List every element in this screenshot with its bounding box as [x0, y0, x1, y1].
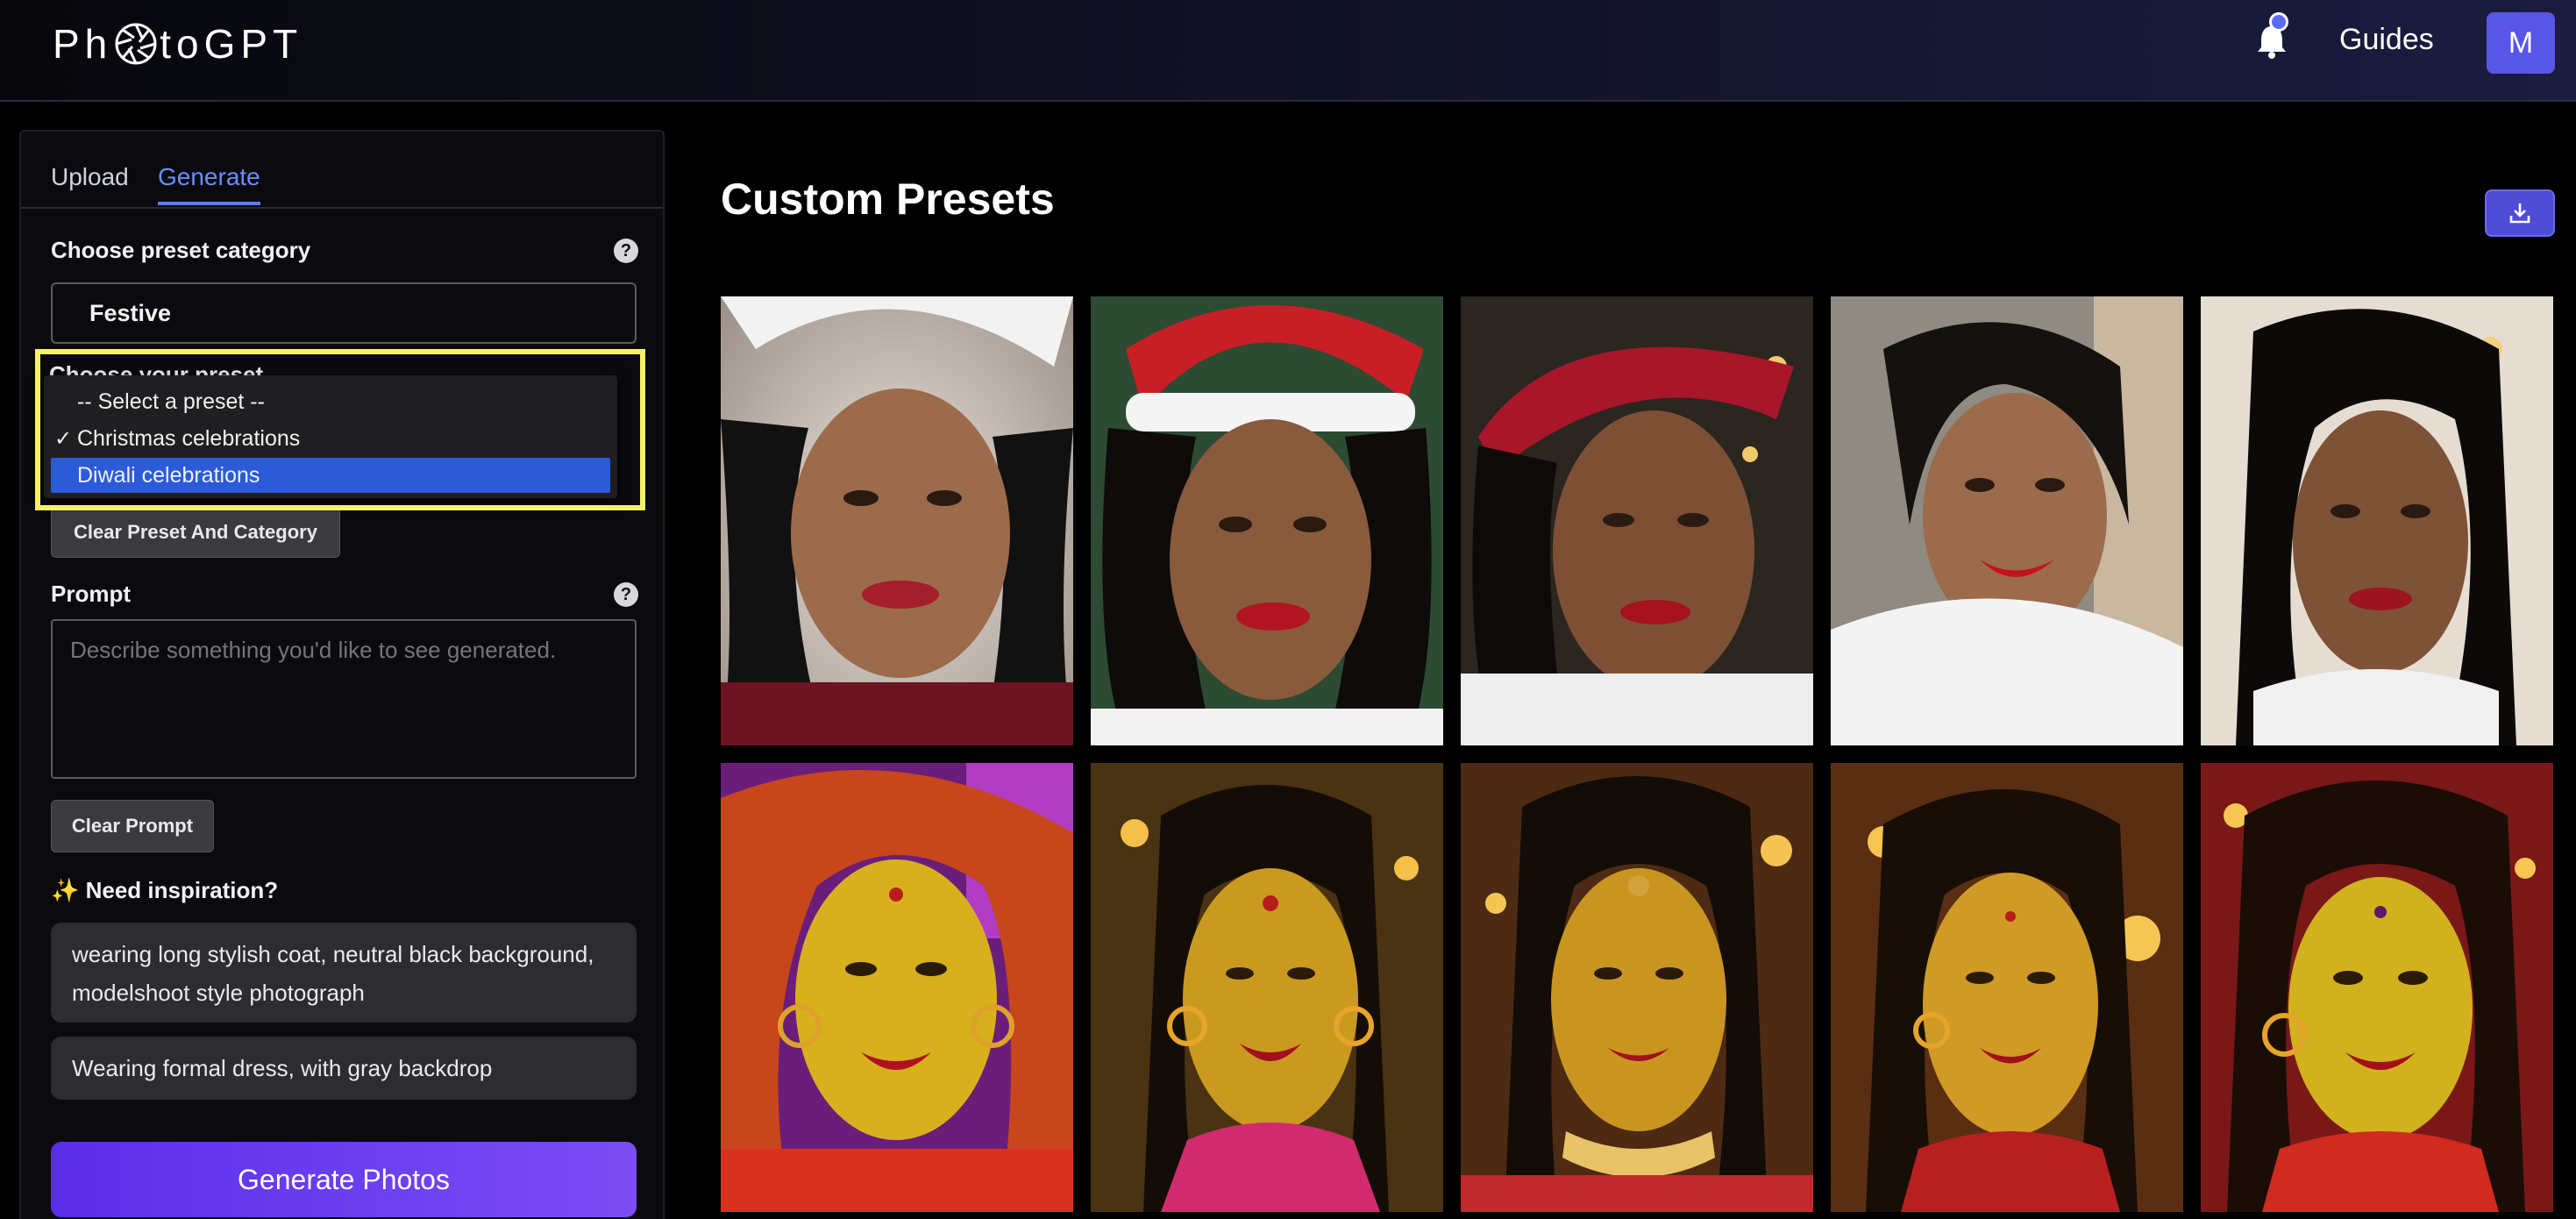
user-avatar[interactable]: M [2487, 12, 2555, 74]
category-select[interactable]: Festive [51, 282, 637, 344]
category-label: Choose preset category [51, 237, 311, 263]
christmas-portrait-image[interactable] [1461, 296, 1813, 745]
notification-dot [2269, 12, 2288, 32]
diwali-portrait-image[interactable] [721, 763, 1073, 1212]
download-button[interactable] [2485, 189, 2555, 237]
guides-link[interactable]: Guides [2339, 23, 2434, 57]
inspiration-label: ✨ Need inspiration? [51, 877, 279, 903]
aperture-icon [114, 22, 158, 66]
app-logo[interactable]: Ph toGPT [53, 19, 302, 68]
clear-preset-button[interactable]: Clear Preset And Category [51, 507, 340, 558]
logo-text-right: toGPT [160, 21, 303, 67]
diwali-portrait-image[interactable] [1091, 763, 1443, 1212]
christmas-portrait-image[interactable] [1831, 296, 2183, 745]
sidebar-tabs: Upload Generate [21, 132, 663, 209]
christmas-portrait-image[interactable] [2201, 296, 2553, 745]
inspiration-card[interactable]: Wearing formal dress, with gray backdrop [51, 1037, 637, 1100]
tab-upload[interactable]: Upload [51, 163, 129, 202]
diwali-portrait-image[interactable] [2201, 763, 2553, 1212]
logo-text-left: Ph [53, 21, 113, 67]
diwali-portrait-image[interactable] [1831, 763, 2183, 1212]
clear-prompt-button[interactable]: Clear Prompt [51, 800, 214, 852]
dropdown-highlight-frame [35, 349, 645, 510]
diwali-portrait-image[interactable] [1461, 763, 1813, 1212]
tab-generate[interactable]: Generate [158, 163, 260, 205]
generate-photos-button[interactable]: Generate Photos [51, 1142, 637, 1217]
generate-sidebar: Upload Generate Choose preset category ?… [19, 130, 665, 1219]
prompt-input[interactable] [51, 619, 637, 779]
download-icon [2509, 203, 2530, 224]
inspiration-card[interactable]: wearing long stylish coat, neutral black… [51, 923, 637, 1023]
prompt-help-icon[interactable]: ? [614, 582, 638, 607]
category-help-icon[interactable]: ? [614, 239, 638, 263]
top-navbar: Ph toGPT Guides M [0, 0, 2576, 102]
prompt-label: Prompt [51, 581, 131, 607]
page-title: Custom Presets [721, 175, 1055, 224]
christmas-portrait-image[interactable] [1091, 296, 1443, 745]
christmas-portrait-image[interactable] [721, 296, 1073, 745]
